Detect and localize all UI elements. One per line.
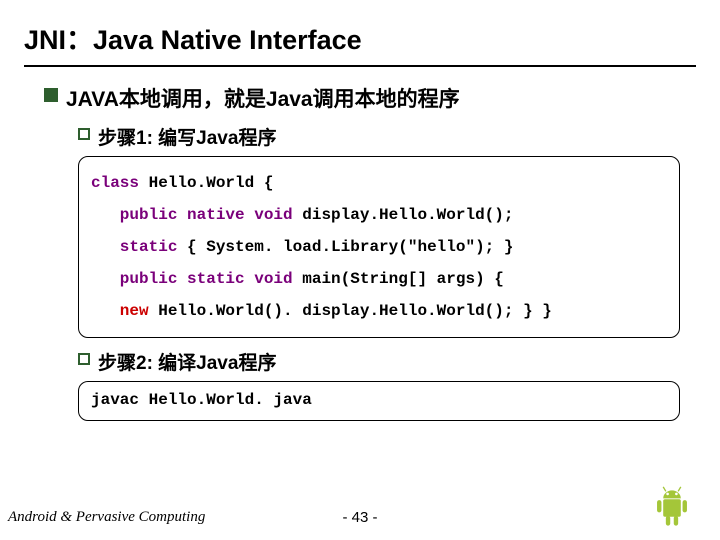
footer-text: Android & Pervasive Computing <box>8 509 205 526</box>
bullet-step2: 步骤2: 编译Java程序 <box>78 348 696 375</box>
page-number: - 43 - <box>342 509 377 526</box>
bullet-level1: JAVA本地调用，就是Java调用本地的程序 <box>44 83 696 113</box>
square-outline-bullet-icon <box>78 128 90 140</box>
code-text: javac Hello.World. java <box>91 388 667 414</box>
bullet-step1: 步骤1: 编写Java程序 <box>78 123 696 150</box>
code-block-1: class Hello.World { public native void d… <box>78 156 680 338</box>
code-block-2: javac Hello.World. java <box>78 381 680 421</box>
square-bullet-icon <box>44 88 58 102</box>
kw-new: new <box>91 302 149 320</box>
kw-static: static <box>91 238 177 256</box>
kw-public-native-void: public native void <box>91 206 293 224</box>
bullet1-text: JAVA本地调用，就是Java调用本地的程序 <box>66 83 460 113</box>
footer: Android & Pervasive Computing - 43 - <box>0 509 720 526</box>
android-icon <box>650 480 694 536</box>
slide-title: JNI：Java Native Interface <box>24 18 696 67</box>
code-text: Hello.World { <box>139 174 273 192</box>
code-text: main(String[] args) { <box>293 270 504 288</box>
kw-public-static-void: public static void <box>91 270 293 288</box>
step2-text: 步骤2: 编译Java程序 <box>98 348 276 375</box>
kw-class: class <box>91 174 139 192</box>
code-text: Hello.World(). display.Hello.World(); } … <box>149 302 552 320</box>
step1-text: 步骤1: 编写Java程序 <box>98 123 276 150</box>
code-text: { System. load.Library("hello"); } <box>177 238 513 256</box>
square-outline-bullet-icon <box>78 353 90 365</box>
code-text: display.Hello.World(); <box>293 206 514 224</box>
